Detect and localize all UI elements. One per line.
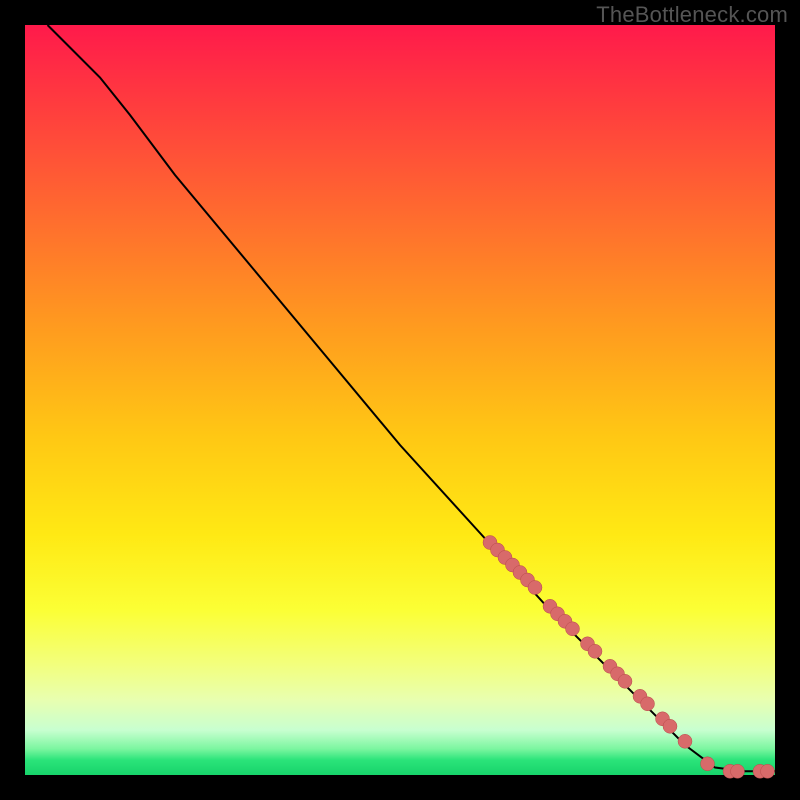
- chart-frame: TheBottleneck.com: [0, 0, 800, 800]
- watermark-text: TheBottleneck.com: [596, 2, 788, 28]
- data-point: [641, 697, 655, 711]
- chart-svg: [25, 25, 775, 775]
- data-point: [701, 757, 715, 771]
- data-point: [663, 719, 677, 733]
- curve-line: [48, 25, 776, 771]
- data-point: [731, 764, 745, 778]
- data-point: [528, 581, 542, 595]
- plot-area: [25, 25, 775, 775]
- data-point: [618, 674, 632, 688]
- data-point: [588, 644, 602, 658]
- data-point: [678, 734, 692, 748]
- data-points: [483, 536, 775, 779]
- data-point: [566, 622, 580, 636]
- data-point: [761, 764, 775, 778]
